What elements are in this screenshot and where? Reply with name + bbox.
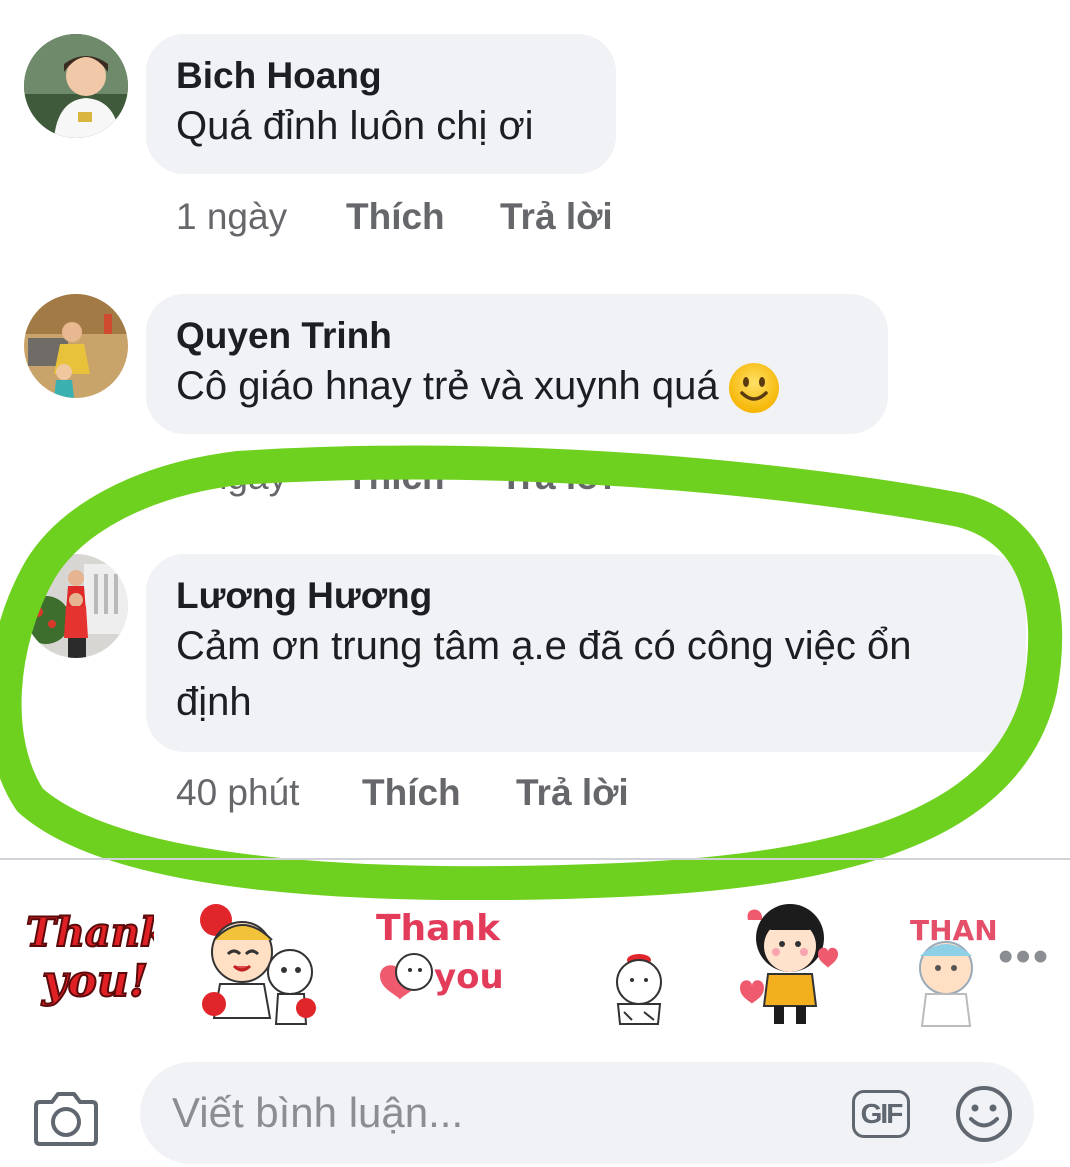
reply-button[interactable]: Trả lời: [500, 456, 613, 498]
comment-input-box[interactable]: GIF: [140, 1062, 1034, 1164]
comment-composer: GIF: [0, 1050, 1070, 1167]
sticker-label: you: [434, 957, 504, 997]
camera-icon[interactable]: [34, 1088, 98, 1146]
like-button[interactable]: Thích: [362, 772, 461, 814]
divider: [0, 858, 1070, 860]
comment-author[interactable]: Bich Hoang: [176, 54, 586, 98]
comment-input[interactable]: [170, 1082, 814, 1144]
comment-text-line2: định: [176, 680, 252, 724]
reply-button[interactable]: Trả lời: [516, 772, 629, 814]
more-stickers-icon[interactable]: •••: [998, 935, 1050, 979]
avatar[interactable]: [24, 554, 128, 658]
thank-you-sheep-sticker[interactable]: Thank you: [370, 900, 510, 1010]
cheerleader-bear-sticker[interactable]: [194, 900, 324, 1040]
comment-text-content: Cô giáo hnay trẻ và xuynh quá: [176, 364, 719, 408]
slightly-smiling-face-icon: [728, 363, 779, 414]
sheep-sticker[interactable]: [604, 950, 674, 1030]
comment-text: Quá đỉnh luôn chị ơi: [176, 104, 534, 148]
like-button[interactable]: Thích: [346, 196, 445, 238]
comment-text-line1: Cảm ơn trung tâm ạ.e đã có công việc ổn: [176, 624, 912, 668]
sticker-label: Thank: [376, 908, 501, 949]
sticker-tray: Thank you! Thank you THAN: [0, 880, 1070, 1040]
comment-time[interactable]: 1 ngày: [176, 456, 287, 498]
reply-button[interactable]: Trả lời: [500, 196, 613, 238]
comment-time[interactable]: 1 ngày: [176, 196, 287, 238]
comment-text: Cô giáo hnay trẻ và xuynh quá: [176, 358, 858, 415]
comment-time[interactable]: 40 phút: [176, 772, 299, 814]
comment-bubble[interactable]: Lương Hương Cảm ơn trung tâm ạ.e đã có c…: [146, 554, 1026, 752]
avatar[interactable]: [24, 294, 128, 398]
thank-kid-sticker[interactable]: THAN: [906, 902, 996, 1032]
like-button[interactable]: Thích: [346, 456, 445, 498]
comment-author[interactable]: Lương Hương: [176, 574, 996, 618]
comment-bubble[interactable]: Bich Hoang Quá đỉnh luôn chị ơi: [146, 34, 616, 174]
emoji-icon[interactable]: [954, 1084, 1014, 1144]
comment-bubble[interactable]: Quyen Trinh Cô giáo hnay trẻ và xuynh qu…: [146, 294, 888, 434]
gif-button[interactable]: GIF: [852, 1090, 910, 1138]
comment-author[interactable]: Quyen Trinh: [176, 314, 858, 358]
thank-you-red-sticker[interactable]: Thank you!: [20, 900, 154, 1010]
sticker-label: Thank: [26, 909, 154, 956]
sticker-label: you!: [41, 956, 148, 1007]
girl-yellow-shirt-sticker[interactable]: [734, 898, 844, 1028]
avatar[interactable]: [24, 34, 128, 138]
